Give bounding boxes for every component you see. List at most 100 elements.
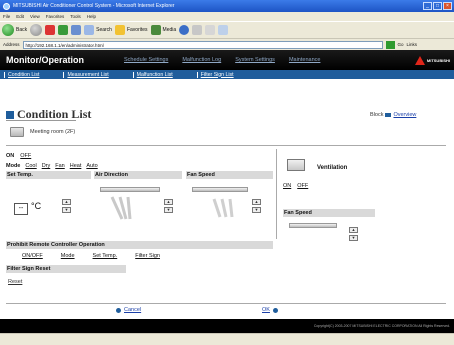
stop-icon[interactable]: [45, 25, 56, 35]
menu-favorites[interactable]: Favorites: [46, 14, 65, 19]
filter-sign-reset-header: Filter Sign Reset: [6, 265, 126, 273]
air-direction-level-bar: [100, 187, 160, 192]
favorites-button[interactable]: Favorites: [114, 25, 148, 35]
subnav-condition-list[interactable]: Condition List: [4, 71, 40, 78]
cancel-label: Cancel: [124, 307, 142, 313]
prohibit-onoff[interactable]: ON/OFF: [22, 253, 43, 259]
prohibit-set-temp[interactable]: Set Temp.: [93, 253, 118, 259]
media-button[interactable]: Media: [150, 25, 176, 35]
go-label[interactable]: Go: [398, 42, 404, 47]
print-icon[interactable]: [205, 25, 216, 35]
maximize-button[interactable]: □: [433, 2, 442, 10]
fan-speed-down-button[interactable]: ▼: [252, 207, 261, 213]
subnav-malfunction-list[interactable]: Malfunction List: [132, 71, 173, 78]
star-icon: [114, 25, 125, 35]
subnav-label: Measurement List: [67, 71, 109, 78]
vent-fan-speed-level-bar: [289, 223, 337, 228]
block-selector: Block Overview: [370, 112, 416, 118]
menu-view[interactable]: View: [30, 14, 40, 19]
mode-heat[interactable]: Heat: [70, 163, 82, 169]
bullet-icon: [272, 307, 278, 313]
unit-name: Meeting room (2F): [30, 129, 76, 135]
ventilation-label: Ventilation: [317, 165, 348, 171]
address-bar: Address http://192.168.1.1/en/administra…: [0, 38, 454, 50]
filter-reset-link[interactable]: Reset: [8, 279, 22, 285]
back-label: Back: [16, 27, 28, 33]
title-square-icon: [6, 110, 14, 119]
search-button[interactable]: Search: [84, 25, 112, 35]
close-button[interactable]: ×: [443, 2, 452, 10]
home-icon[interactable]: [71, 25, 82, 35]
go-icon[interactable]: [385, 40, 395, 49]
fan-speed-up-button[interactable]: ▲: [252, 199, 261, 205]
mode-row: Mode Cool Dry Fan Heat Auto: [6, 163, 98, 169]
set-temp-header: Set Temp.: [6, 171, 91, 179]
indoor-unit-icon: [10, 127, 24, 137]
minimize-button[interactable]: _: [423, 2, 432, 10]
vent-fan-up-button[interactable]: ▲: [349, 227, 358, 233]
history-icon[interactable]: [179, 25, 190, 35]
vent-on-option[interactable]: ON: [283, 183, 291, 189]
subnav-filter-sign-list[interactable]: Filter Sign List: [196, 71, 234, 78]
ventilation-panel: Ventilation ON OFF Fan Speed ▲ ▼: [276, 149, 446, 241]
air-direction-header: Air Direction: [94, 171, 182, 179]
separator: [132, 71, 134, 78]
air-direction-up-button[interactable]: ▲: [164, 199, 173, 205]
on-option[interactable]: ON: [6, 153, 14, 159]
mail-icon[interactable]: [192, 25, 203, 35]
prohibit-options: ON/OFF Mode Set Temp. Filter Sign: [22, 253, 160, 259]
cancel-button[interactable]: Cancel: [116, 307, 141, 313]
mode-cool[interactable]: Cool: [25, 163, 36, 169]
temp-unit: °C: [31, 201, 42, 211]
separator: [4, 71, 5, 78]
ventilation-power-toggle: ON OFF: [283, 183, 308, 189]
temp-down-button[interactable]: ▼: [62, 207, 71, 213]
fan-speed-level-bar: [192, 187, 248, 192]
off-option[interactable]: OFF: [20, 153, 31, 159]
vent-off-option[interactable]: OFF: [297, 183, 308, 189]
nav-malfunction-log[interactable]: Malfunction Log: [182, 57, 221, 63]
sub-nav: Condition List Measurement List Malfunct…: [0, 70, 454, 79]
prohibit-mode[interactable]: Mode: [61, 253, 75, 259]
air-direction-down-button[interactable]: ▼: [164, 207, 173, 213]
menu-help[interactable]: Help: [87, 14, 96, 19]
subnav-label: Condition List: [8, 71, 40, 78]
ac-control-panel: ON OFF Mode Cool Dry Fan Heat Auto Set T…: [6, 149, 274, 301]
vent-fan-down-button[interactable]: ▼: [349, 235, 358, 241]
three-diamonds-icon: [414, 55, 425, 65]
divider: [6, 303, 446, 304]
window-title: MITSUBISHI Air Conditioner Control Syste…: [13, 3, 175, 9]
mode-label: Mode: [6, 163, 21, 169]
browser-status-bar: [0, 333, 454, 345]
ok-button[interactable]: OK: [262, 307, 278, 313]
menu-tools[interactable]: Tools: [70, 14, 81, 19]
address-input[interactable]: http://192.168.1.1/en/administrator.html: [22, 40, 383, 49]
browser-titlebar: MITSUBISHI Air Conditioner Control Syste…: [0, 0, 454, 12]
mode-auto[interactable]: Auto: [86, 163, 97, 169]
mode-fan[interactable]: Fan: [55, 163, 64, 169]
forward-button[interactable]: [30, 24, 43, 36]
back-button[interactable]: Back: [2, 24, 27, 36]
refresh-icon[interactable]: [58, 25, 69, 35]
prohibit-remote-header: Prohibit Remote Controller Operation: [6, 241, 273, 249]
mitsubishi-logo: MITSUBISHI: [414, 55, 450, 65]
grid-icon: [385, 113, 392, 117]
menu-file[interactable]: File: [3, 14, 10, 19]
nav-schedule-settings[interactable]: Schedule Settings: [124, 57, 168, 63]
overview-link[interactable]: Overview: [393, 112, 416, 118]
prohibit-filter-sign[interactable]: Filter Sign: [135, 253, 160, 259]
mode-dry[interactable]: Dry: [42, 163, 51, 169]
temp-up-button[interactable]: ▲: [62, 199, 71, 205]
separator: [63, 71, 65, 78]
subnav-measurement-list[interactable]: Measurement List: [63, 71, 109, 78]
edit-icon[interactable]: [218, 25, 229, 35]
nav-maintenance[interactable]: Maintenance: [289, 57, 321, 63]
temp-display: --: [14, 203, 28, 215]
app-footer: Copyright(C) 2003-2007 MITSUBISHI ELECTR…: [0, 319, 454, 333]
nav-system-settings[interactable]: System Settings: [235, 57, 275, 63]
search-label: Search: [96, 27, 112, 33]
links-label[interactable]: Links: [407, 42, 418, 47]
media-icon: [150, 25, 161, 35]
menu-edit[interactable]: Edit: [16, 14, 24, 19]
main-content: Condition List Block Overview Meeting ro…: [0, 79, 454, 319]
